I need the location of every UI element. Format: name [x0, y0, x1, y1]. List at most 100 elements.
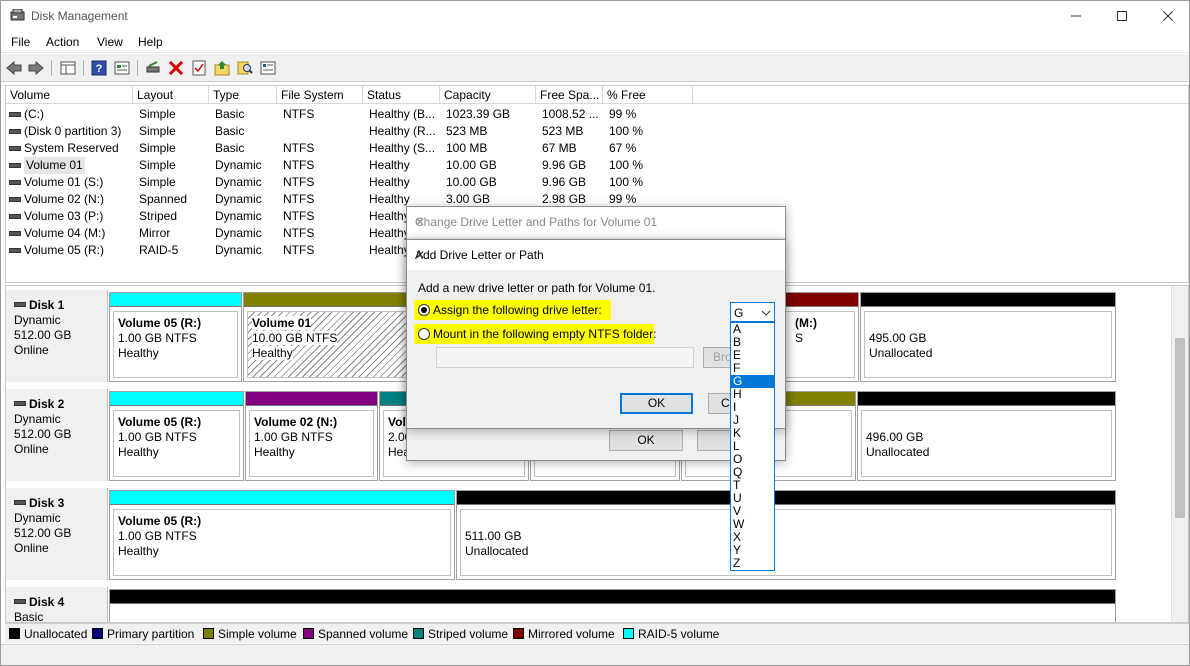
mount-folder-label: Mount in the following empty NTFS folder…: [433, 327, 657, 341]
window-title: Disk Management: [31, 9, 128, 23]
disk1-partition-volume01[interactable]: Volume 01 10.00 GB NTFS Healthy: [243, 292, 413, 382]
drive-letter-list[interactable]: ABEFGHIJKLOQTUVWXYZ: [730, 322, 775, 571]
disk1-partition-volume04[interactable]: (M:) S: [778, 292, 859, 382]
disk1-partition-volume05[interactable]: Volume 05 (R:) 1.00 GB NTFS Healthy: [109, 292, 242, 382]
legend-item: Primary partition: [92, 627, 194, 641]
disk-1-header[interactable]: Disk 1 Dynamic 512.00 GB Online: [6, 290, 108, 382]
radio-selected-icon: [418, 304, 430, 316]
disk-3-header[interactable]: Disk 3 Dynamic 512.00 GB Online: [6, 488, 108, 580]
minimize-button[interactable]: [1053, 1, 1099, 31]
show-hide-console-tree-button[interactable]: [59, 59, 77, 77]
properties-icon: [114, 61, 130, 75]
drive-letter-select[interactable]: G: [730, 302, 775, 322]
radio-empty-icon: [418, 328, 430, 340]
col-header-type[interactable]: Type: [209, 86, 277, 104]
front-dialog-cancel-button[interactable]: Ca: [708, 393, 732, 414]
cell-fs: NTFS: [283, 192, 315, 206]
disk-management-window: Disk Management File Action View Help ?: [0, 0, 1190, 666]
disk-state: Online: [14, 343, 49, 357]
drive-letter-option[interactable]: Z: [731, 557, 774, 570]
col-header-capacity[interactable]: Capacity: [440, 86, 536, 104]
legend-swatch: [9, 628, 20, 639]
cell-name: Volume 03 (P:): [24, 209, 104, 223]
disk3-partition-volume05[interactable]: Volume 05 (R:) 1.00 GB NTFS Healthy: [109, 490, 455, 580]
disk-type: Basic: [14, 610, 44, 623]
help-button[interactable]: ?: [90, 59, 108, 77]
menu-view[interactable]: View: [97, 35, 123, 49]
legend-item: Spanned volume: [303, 627, 408, 641]
legend-label: Primary partition: [107, 627, 195, 641]
disk4-unallocated[interactable]: [109, 589, 1116, 622]
cell-status: Healthy (B...: [369, 107, 436, 121]
cell-fs: NTFS: [283, 209, 315, 223]
forward-arrow-icon: [28, 61, 44, 75]
connect-disk-button[interactable]: [144, 59, 162, 77]
disk-4-header[interactable]: Disk 4 Basic: [6, 587, 108, 623]
delete-button[interactable]: [167, 59, 185, 77]
col-header-percent-free[interactable]: % Free: [603, 86, 693, 104]
cell-layout: Simple: [139, 141, 176, 155]
partition-size: 1.00 GB NTFS: [118, 430, 197, 444]
graph-scrollbar[interactable]: [1171, 286, 1188, 622]
maximize-button[interactable]: [1099, 1, 1145, 31]
dialog-intro-text: Add a new drive letter or path for Volum…: [418, 281, 656, 295]
disk-2-header[interactable]: Disk 2 Dynamic 512.00 GB Online: [6, 389, 108, 481]
menu-action[interactable]: Action: [46, 35, 79, 49]
settings-list-button[interactable]: [259, 59, 277, 77]
cell-name: Volume 02 (N:): [24, 192, 105, 206]
menu-help[interactable]: Help: [138, 35, 163, 49]
forward-button[interactable]: [27, 59, 45, 77]
assign-letter-radio[interactable]: Assign the following drive letter:: [414, 300, 611, 320]
table-row[interactable]: (C:) Simple Basic NTFS Healthy (B... 1023.39 …: [6, 106, 1188, 123]
disk2-unallocated[interactable]: 496.00 GB Unallocated: [857, 391, 1116, 481]
disk2-partition-volume02[interactable]: Volume 02 (N:) 1.00 GB NTFS Healthy: [245, 391, 378, 481]
cell-name: (C:): [24, 107, 44, 121]
disk-size: 512.00 GB: [14, 526, 72, 540]
disk-size: 512.00 GB: [14, 328, 72, 342]
browse-button[interactable]: Bro: [703, 347, 733, 368]
disk-icon: [14, 302, 26, 307]
back-dialog-close-icon[interactable]: ✕: [415, 215, 775, 229]
drive-letter-option[interactable]: H: [731, 388, 774, 401]
export-button[interactable]: [213, 59, 231, 77]
back-button[interactable]: [5, 59, 23, 77]
cell-type: Dynamic: [215, 209, 262, 223]
cell-layout: Simple: [139, 107, 176, 121]
svg-text:?: ?: [96, 63, 103, 75]
col-header-free-space[interactable]: Free Spa...: [536, 86, 603, 104]
disk2-partition-volume05[interactable]: Volume 05 (R:) 1.00 GB NTFS Healthy: [109, 391, 244, 481]
cell-fs: NTFS: [283, 141, 315, 155]
cell-fs: NTFS: [283, 226, 315, 240]
properties-view-button[interactable]: [113, 59, 131, 77]
folder-path-input[interactable]: [436, 347, 694, 368]
table-row[interactable]: System Reserved Simple Basic NTFS Healthy (S…: [6, 140, 1188, 157]
col-header-status[interactable]: Status: [363, 86, 440, 104]
check-properties-button[interactable]: [190, 59, 208, 77]
close-button[interactable]: [1145, 1, 1189, 31]
front-dialog-close-icon[interactable]: ✕: [415, 248, 775, 262]
partition-size: 1.00 GB NTFS: [118, 331, 197, 345]
disk3-unallocated[interactable]: 511.00 GB Unallocated: [456, 490, 1116, 580]
col-header-layout[interactable]: Layout: [133, 86, 209, 104]
table-row[interactable]: Volume 01 Simple Dynamic NTFS Healthy 10.00 G…: [6, 157, 1188, 174]
col-header-file-system[interactable]: File System: [277, 86, 363, 104]
cell-pct: 100 %: [609, 175, 644, 189]
search-button[interactable]: [236, 59, 254, 77]
cell-pct: 67 %: [609, 141, 637, 155]
mount-folder-radio[interactable]: Mount in the following empty NTFS folder…: [414, 324, 657, 344]
partition-size: 511.00 GB: [465, 529, 522, 543]
menu-file[interactable]: File: [11, 35, 30, 49]
back-dialog-ok-button[interactable]: OK: [609, 430, 683, 451]
graph-scrollbar-thumb[interactable]: [1175, 338, 1185, 518]
partition-name: Volume 05 (R:): [118, 316, 202, 330]
cell-status: Healthy: [369, 243, 410, 257]
col-header-volume[interactable]: Volume: [6, 86, 133, 104]
table-row[interactable]: (Disk 0 partition 3) Simple Basic Healthy (…: [6, 123, 1188, 140]
table-row[interactable]: Volume 01 (S:) Simple Dynamic NTFS Healthy 10…: [6, 174, 1188, 191]
disk1-unallocated[interactable]: 495.00 GB Unallocated: [860, 292, 1116, 382]
cell-free: 67 MB: [542, 141, 577, 155]
disk-management-icon: [10, 9, 25, 21]
legend-item: Simple volume: [203, 627, 297, 641]
volume-icon: [9, 112, 21, 117]
front-dialog-ok-button[interactable]: OK: [620, 393, 693, 414]
